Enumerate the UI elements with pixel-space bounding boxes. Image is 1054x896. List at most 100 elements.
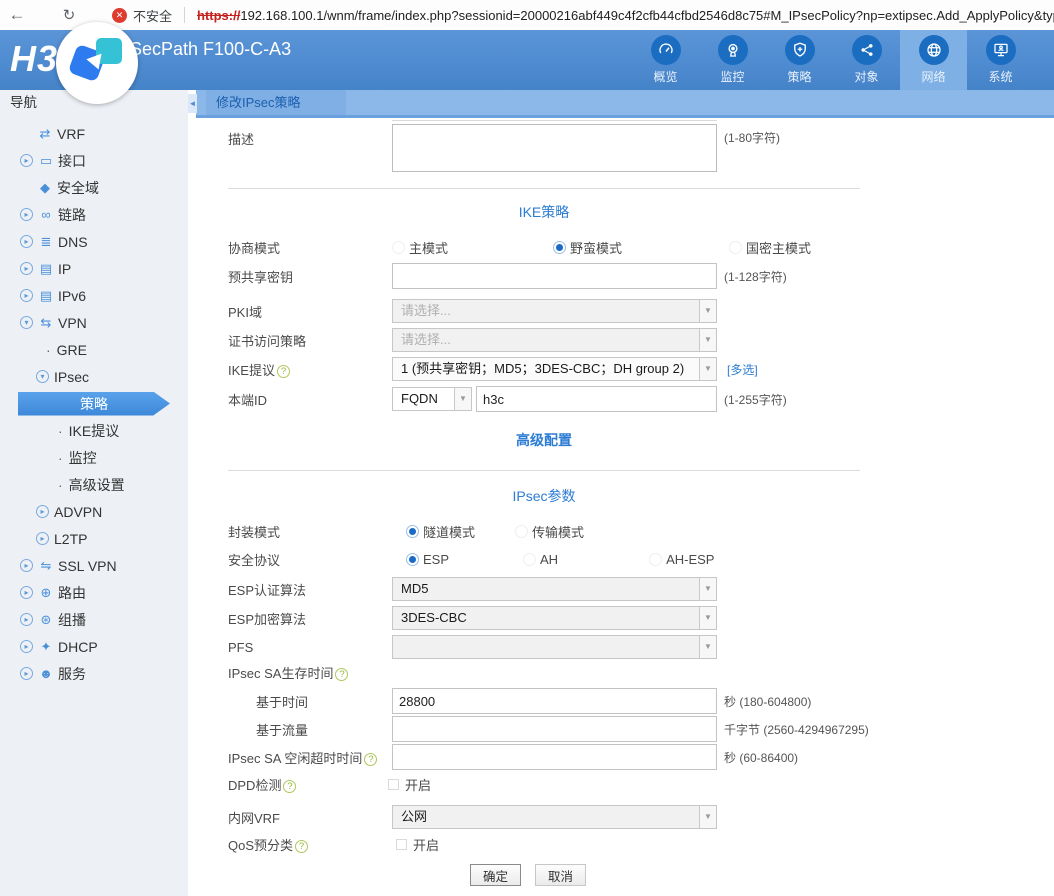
advanced-config-link[interactable]: 高级配置 <box>228 430 860 450</box>
radio-main-mode[interactable] <box>392 241 405 254</box>
tab-modify-ipsec-policy[interactable]: 修改IPsec策略 <box>206 90 346 115</box>
expand-icon[interactable]: ▸ <box>20 640 33 653</box>
expand-icon[interactable]: ▸ <box>20 262 33 275</box>
nav-policy[interactable]: 策略 <box>766 30 833 90</box>
sidebar-item-ip[interactable]: ▸▤IP <box>0 255 188 282</box>
security-zone-icon: ◆ <box>37 180 53 196</box>
local-id-type-select[interactable]: FQDN▼ <box>392 387 472 411</box>
nav-monitor[interactable]: 监控 <box>699 30 766 90</box>
sidebar-item-vrf[interactable]: ⇄VRF <box>0 120 188 147</box>
radio-gm-main-mode[interactable] <box>729 241 742 254</box>
pki-domain-select[interactable]: 请选择...▼ <box>392 299 717 323</box>
sidebar-item-label: 接口 <box>58 151 86 171</box>
ok-button[interactable]: 确定 <box>470 864 521 886</box>
expand-icon[interactable]: ▸ <box>36 532 49 545</box>
expand-icon[interactable]: ▸ <box>20 154 33 167</box>
dpd-enable-checkbox[interactable] <box>388 779 399 790</box>
help-icon[interactable]: ? <box>335 668 348 681</box>
sidebar-item-ssl-vpn[interactable]: ▸⇋SSL VPN <box>0 552 188 579</box>
time-based-input[interactable] <box>392 688 717 714</box>
help-icon[interactable]: ? <box>364 753 377 766</box>
description-textarea[interactable] <box>392 124 717 172</box>
back-icon[interactable]: ← <box>0 5 34 25</box>
divider <box>184 7 185 23</box>
sidebar-collapse-icon[interactable]: ◄ <box>188 94 197 113</box>
security-label[interactable]: 不安全 <box>133 6 172 25</box>
pfs-select[interactable]: ▼ <box>392 635 717 659</box>
sidebar-item-dns[interactable]: ▸≣DNS <box>0 228 188 255</box>
inner-vrf-select[interactable]: 公网▼ <box>392 805 717 829</box>
sidebar-item-label: IP <box>58 261 71 277</box>
sidebar-selected-banner[interactable]: 策略 <box>18 392 170 416</box>
sidebar-item-link[interactable]: ▸∞链路 <box>0 201 188 228</box>
sidebar-item-advpn[interactable]: ▸ADVPN <box>0 498 188 525</box>
share-icon <box>852 35 882 65</box>
collapse-icon[interactable]: ▾ <box>36 370 49 383</box>
multi-select-link[interactable]: [多选] <box>727 361 758 378</box>
address-bar[interactable]: https://192.168.100.1/wnm/frame/index.ph… <box>197 8 1054 23</box>
esp-enc-select[interactable]: 3DES-CBC▼ <box>392 606 717 630</box>
nav-network[interactable]: 网络 <box>900 30 967 90</box>
sidebar-item-multicast[interactable]: ▸⊛组播 <box>0 606 188 633</box>
section-divider <box>228 188 860 189</box>
psk-input[interactable] <box>392 263 717 289</box>
cert-access-policy-select[interactable]: 请选择...▼ <box>392 328 717 352</box>
sidebar-item-label: GRE <box>57 342 87 358</box>
insecure-badge-icon[interactable]: ✕ <box>112 8 127 23</box>
radio-transport-mode[interactable] <box>515 525 528 538</box>
sidebar-item-route[interactable]: ▸⊕路由 <box>0 579 188 606</box>
help-icon[interactable]: ? <box>277 365 290 378</box>
radio-ah-esp[interactable] <box>649 553 662 566</box>
inner-vrf-label: 内网VRF <box>228 808 392 827</box>
sidebar-item-label: 路由 <box>58 583 86 603</box>
cancel-button[interactable]: 取消 <box>535 864 586 886</box>
nav-system[interactable]: 系统 <box>967 30 1034 90</box>
sidebar-item-ipsec-advanced[interactable]: ·高级设置 <box>0 471 188 498</box>
expand-icon[interactable]: ▸ <box>20 613 33 626</box>
expand-icon[interactable]: ▸ <box>20 667 33 680</box>
ike-proposal-select[interactable]: 1 (预共享密钥；MD5；3DES-CBC；DH group 2)▼ <box>392 357 717 381</box>
qos-enable-checkbox[interactable] <box>396 839 407 850</box>
expand-icon[interactable]: ▸ <box>20 235 33 248</box>
help-icon[interactable]: ? <box>295 840 308 853</box>
sidebar-item-ipsec-policy[interactable]: 策略 <box>0 390 188 417</box>
sidebar-item-interface[interactable]: ▸▭接口 <box>0 147 188 174</box>
radio-tunnel-mode[interactable] <box>406 525 419 538</box>
remote-control-badge[interactable] <box>56 22 138 104</box>
esp-auth-select[interactable]: MD5▼ <box>392 577 717 601</box>
monitor-camera-icon <box>718 35 748 65</box>
esp-enc-label: ESP加密算法 <box>228 609 392 628</box>
expand-icon[interactable]: ▸ <box>20 559 33 572</box>
local-id-input[interactable] <box>476 386 717 412</box>
nav-overview[interactable]: 概览 <box>632 30 699 90</box>
reload-icon[interactable]: ↻ <box>54 6 84 24</box>
local-id-label: 本端ID <box>228 390 392 409</box>
dhcp-icon: ✦ <box>38 639 54 655</box>
sidebar-item-l2tp[interactable]: ▸L2TP <box>0 525 188 552</box>
radio-ah[interactable] <box>523 553 536 566</box>
expand-icon[interactable]: ▸ <box>20 289 33 302</box>
sidebar-item-gre[interactable]: ·GRE <box>0 336 188 363</box>
sidebar-item-ipsec-monitor[interactable]: ·监控 <box>0 444 188 471</box>
nav-object[interactable]: 对象 <box>833 30 900 90</box>
radio-esp[interactable] <box>406 553 419 566</box>
help-icon[interactable]: ? <box>283 780 296 793</box>
sidebar-item-security-zone[interactable]: ◆安全域 <box>0 174 188 201</box>
idle-timeout-input[interactable] <box>392 744 717 770</box>
traffic-based-input[interactable] <box>392 716 717 742</box>
sidebar-item-ipsec[interactable]: ▾IPsec <box>0 363 188 390</box>
sidebar-item-ike-proposal[interactable]: ·IKE提议 <box>0 417 188 444</box>
radio-aggressive-mode[interactable] <box>553 241 566 254</box>
collapse-icon[interactable]: ▾ <box>20 316 33 329</box>
multicast-icon: ⊛ <box>38 612 54 628</box>
sidebar-item-ipv6[interactable]: ▸▤IPv6 <box>0 282 188 309</box>
psk-label: 预共享密钥 <box>228 267 392 286</box>
expand-icon[interactable]: ▸ <box>36 505 49 518</box>
expand-icon[interactable]: ▸ <box>20 208 33 221</box>
sidebar-item-service[interactable]: ▸☻服务 <box>0 660 188 687</box>
expand-icon[interactable]: ▸ <box>20 586 33 599</box>
sidebar-item-dhcp[interactable]: ▸✦DHCP <box>0 633 188 660</box>
description-hint: (1-80字符) <box>724 124 780 146</box>
sidebar-item-vpn[interactable]: ▾⇆VPN <box>0 309 188 336</box>
scrolled-field-edge <box>392 120 717 121</box>
